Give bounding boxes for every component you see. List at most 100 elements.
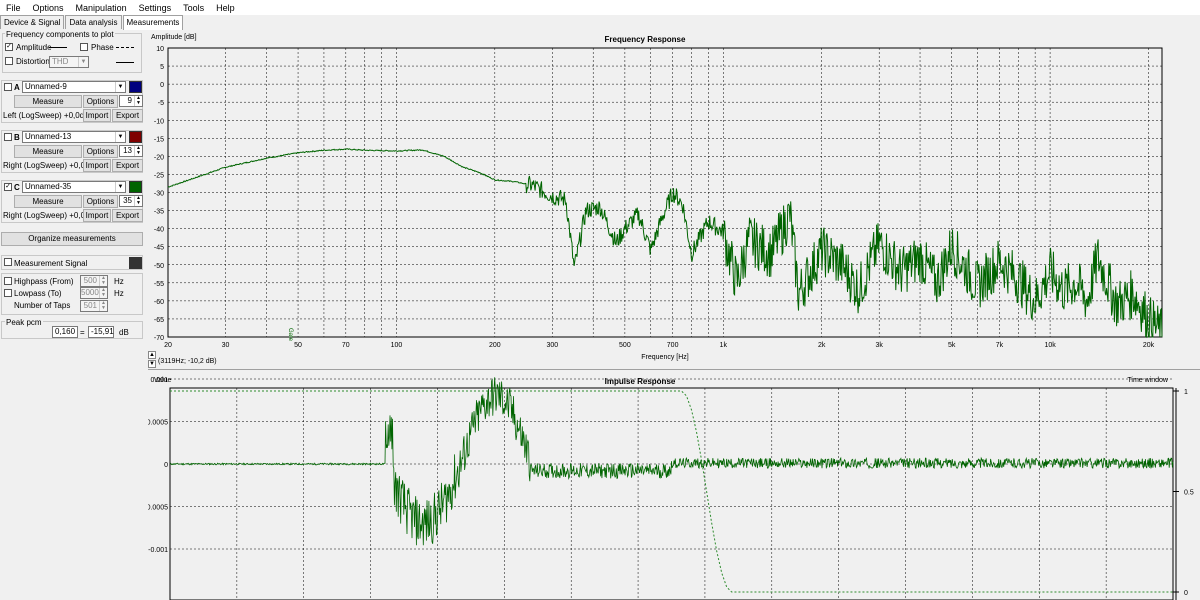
- measurement-b-smoothing-value: 13: [123, 146, 132, 155]
- highpass-unit: Hz: [114, 277, 124, 286]
- measurement-a-options-button[interactable]: Options: [83, 95, 118, 108]
- measurement-b-color-swatch[interactable]: [129, 131, 142, 143]
- distortion-line-icon: [116, 62, 134, 63]
- measurement-b-import-button[interactable]: Import: [83, 159, 111, 172]
- highpass-label: Highpass (From): [14, 277, 74, 286]
- distortion-label: Distortion: [16, 57, 50, 66]
- peak-db-unit: dB: [119, 328, 129, 337]
- gate-marker: Gate: [287, 328, 293, 342]
- taps-stepper[interactable]: 501 ▲ ▼: [80, 300, 108, 312]
- x-tick-label: 100: [391, 342, 403, 349]
- phase-dash-icon: [116, 47, 134, 48]
- x-tick-label: 300: [547, 342, 559, 349]
- menu-settings[interactable]: Settings: [133, 3, 178, 13]
- lowpass-label: Lowpass (To): [14, 289, 62, 298]
- measurement-a-measure-button[interactable]: Measure: [14, 95, 82, 108]
- menu-file[interactable]: File: [0, 3, 27, 13]
- distortion-select[interactable]: THD ▼: [49, 56, 89, 68]
- y-tick-label: -20: [154, 154, 164, 161]
- arrow-down-icon[interactable]: ▼: [148, 360, 156, 368]
- measurement-c-smoothing-value: 35: [123, 196, 132, 205]
- organize-measurements-button[interactable]: Organize measurements: [1, 232, 143, 246]
- measurement-c-select[interactable]: Unnamed-35 ▼: [22, 181, 126, 193]
- lowpass-value: 5000: [81, 288, 99, 297]
- y-tick-label: -30: [154, 191, 164, 198]
- impulse-response-chart[interactable]: Value Impulse Response Time window 0.001…: [148, 372, 1200, 600]
- measurement-c-checkbox[interactable]: ✓: [4, 183, 12, 191]
- y-tick-label: 0: [164, 462, 168, 469]
- measurement-a-description: Left (LogSweep) +0,0dB: [3, 111, 90, 120]
- taps-value: 501: [83, 301, 97, 310]
- phase-checkbox[interactable]: [80, 43, 88, 51]
- stepper-arrows-icon[interactable]: ▲ ▼: [99, 301, 107, 311]
- chevron-down-icon: ▼: [115, 182, 125, 192]
- chevron-down-icon: ▼: [78, 57, 88, 67]
- y-tick-label: 0: [160, 82, 164, 89]
- tab-data-analysis[interactable]: Data analysis: [65, 15, 122, 29]
- stepper-arrows-icon[interactable]: ▲ ▼: [134, 96, 142, 106]
- stepper-arrows-icon[interactable]: ▲ ▼: [134, 196, 142, 206]
- tab-device-signal[interactable]: Device & Signal: [0, 15, 65, 29]
- arrow-up-icon[interactable]: ▲: [148, 351, 156, 359]
- highpass-checkbox[interactable]: [4, 277, 12, 285]
- y-axis-label: Amplitude [dB]: [151, 34, 197, 41]
- x-tick-label: 10k: [1044, 342, 1056, 349]
- measurement-c-smoothing-stepper[interactable]: 35 ▲ ▼: [119, 195, 143, 207]
- measurement-b-select[interactable]: Unnamed-13 ▼: [22, 131, 126, 143]
- menu-bar: File Options Manipulation Settings Tools…: [0, 0, 1200, 15]
- menu-manipulation[interactable]: Manipulation: [70, 3, 133, 13]
- measurement-c-options-button[interactable]: Options: [83, 195, 118, 208]
- menu-options[interactable]: Options: [27, 3, 70, 13]
- chart-title: Impulse Response: [605, 377, 676, 386]
- measurement-a-color-swatch[interactable]: [129, 81, 142, 93]
- stepper-arrows-icon[interactable]: ▲ ▼: [99, 288, 107, 298]
- y-tick-label: -70: [154, 335, 164, 342]
- measurement-b-checkbox[interactable]: [4, 133, 12, 141]
- frequency-response-chart[interactable]: 1050-5-10-15-20-25-30-35-40-45-50-55-60-…: [148, 30, 1182, 362]
- measurement-b-smoothing-stepper[interactable]: 13 ▲ ▼: [119, 145, 143, 157]
- peak-equals: =: [80, 328, 85, 337]
- x-tick-label: 20k: [1143, 342, 1155, 349]
- measurement-b-options-button[interactable]: Options: [83, 145, 118, 158]
- measurement-c-import-button[interactable]: Import: [83, 209, 111, 222]
- measurement-b-measure-button[interactable]: Measure: [14, 145, 82, 158]
- menu-tools[interactable]: Tools: [177, 3, 210, 13]
- x-tick-label: 3k: [875, 342, 883, 349]
- lowpass-stepper[interactable]: 5000 ▲ ▼: [80, 287, 108, 299]
- y-tick-label: -65: [154, 317, 164, 324]
- plot-area: [169, 387, 1174, 600]
- x-tick-label: 50: [294, 342, 302, 349]
- measurement-signal-checkbox[interactable]: [4, 258, 12, 266]
- amplitude-checkbox[interactable]: ✓: [5, 43, 13, 51]
- time-window-tick-label: 0: [1184, 590, 1188, 597]
- measurement-c-name: Unnamed-35: [25, 182, 72, 191]
- y-tick-label: -5: [158, 100, 164, 107]
- stepper-arrows-icon[interactable]: ▲ ▼: [134, 146, 142, 156]
- peak-pcm-field: 0,160: [52, 326, 78, 338]
- measurement-a-import-button[interactable]: Import: [83, 109, 111, 122]
- y-tick-label: 5: [160, 64, 164, 71]
- x-tick-label: 70: [342, 342, 350, 349]
- menu-help[interactable]: Help: [210, 3, 241, 13]
- measurement-a-letter: A: [14, 83, 20, 92]
- measurement-a-checkbox[interactable]: [4, 83, 12, 91]
- measurement-signal-color-swatch[interactable]: [129, 257, 142, 269]
- lowpass-checkbox[interactable]: [4, 289, 12, 297]
- measurement-a-smoothing-stepper[interactable]: 9 ▲ ▼: [119, 95, 143, 107]
- measurement-c-export-button[interactable]: Export: [112, 209, 143, 222]
- tab-measurements[interactable]: Measurements: [122, 15, 184, 30]
- highpass-stepper[interactable]: 500 ▲ ▼: [80, 275, 108, 287]
- measurement-a-export-button[interactable]: Export: [112, 109, 143, 122]
- measurement-c-color-swatch[interactable]: [129, 181, 142, 193]
- x-tick-label: 7k: [996, 342, 1004, 349]
- distortion-checkbox[interactable]: [5, 57, 13, 65]
- x-tick-label: 30: [222, 342, 230, 349]
- measurement-a-select[interactable]: Unnamed-9 ▼: [22, 81, 126, 93]
- time-window-tick-label: 0.5: [1184, 490, 1194, 497]
- measurement-c-measure-button[interactable]: Measure: [14, 195, 82, 208]
- x-tick-label: 2k: [818, 342, 826, 349]
- highpass-value: 500: [83, 276, 97, 285]
- y-tick-label: -0.0005: [148, 505, 168, 512]
- measurement-b-export-button[interactable]: Export: [112, 159, 143, 172]
- stepper-arrows-icon[interactable]: ▲ ▼: [99, 276, 107, 286]
